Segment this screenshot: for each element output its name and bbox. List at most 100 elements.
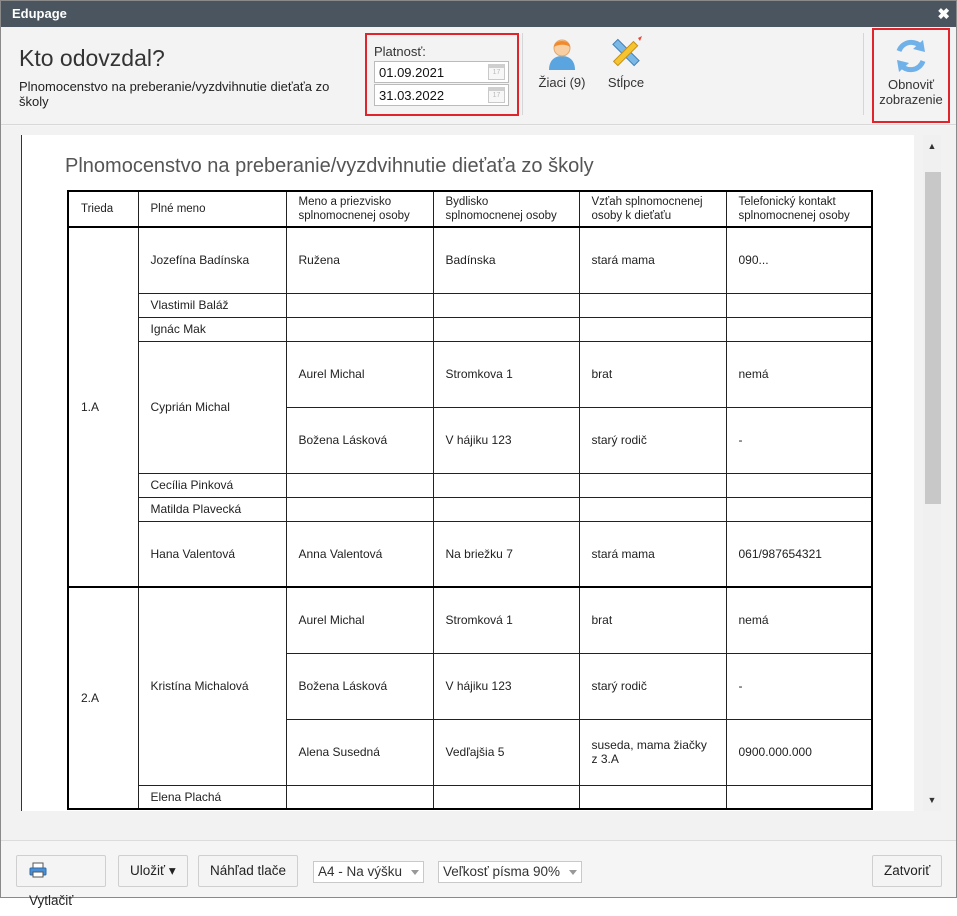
date-to-field[interactable]: 31.03.2022 17 (374, 84, 509, 106)
phone-cell: 061/987654321 (725, 520, 873, 588)
toolbar-separator (522, 33, 523, 115)
save-button[interactable]: Uložiť ▾ (118, 855, 188, 887)
close-button[interactable]: Zatvoriť (872, 855, 943, 887)
calendar-icon[interactable]: 17 (488, 87, 505, 103)
address-cell: Stromková 1 (432, 586, 580, 654)
scroll-down-icon[interactable]: ▼ (923, 791, 941, 809)
table-header-row: Trieda Plné meno Meno a priezvisko splnomo… (67, 190, 873, 228)
relation-cell: stará mama (578, 520, 727, 588)
table-body: Trieda Plné meno Meno a priezvisko splnomo… (67, 190, 873, 810)
address-cell (432, 496, 580, 522)
address-cell (432, 316, 580, 342)
authorized-person-cell: Alena Susedná (285, 718, 434, 786)
relation-cell (578, 292, 727, 318)
student-name-cell: Cyprián Michal (137, 340, 287, 474)
page-subtitle: Plnomocenstvo na preberanie/vyzdvihnutie… (19, 79, 330, 109)
table-row: Ignác Mak (68, 316, 873, 342)
student-name-cell: Cecília Pinková (137, 472, 287, 498)
table-row: 2.A Kristína Michalová Aurel Michal Stromko… (67, 586, 873, 810)
address-cell: Na briežku 7 (432, 520, 580, 588)
student-name-cell: Vlastimil Baláž (137, 292, 287, 318)
class-cell: 2.A (67, 586, 139, 810)
relation-cell: starý rodič (578, 406, 727, 474)
authorized-person-cell: Anna Valentová (285, 520, 434, 588)
phone-cell (725, 472, 873, 498)
refresh-label: Obnoviť zobrazenie (879, 77, 943, 107)
phone-cell (725, 496, 873, 522)
address-cell: Vedľajšia 5 (432, 718, 580, 786)
print-preview-button[interactable]: Náhľad tlače (198, 855, 298, 887)
address-cell (432, 292, 580, 318)
chevron-down-icon (569, 870, 577, 875)
font-size-select[interactable]: Veľkosť písma 90% (438, 861, 582, 883)
print-button[interactable]: Vytlačiť (16, 855, 106, 908)
column-header: Vzťah splnomocnenej osoby k dieťaťu (578, 190, 727, 228)
phone-cell: 090... (725, 226, 873, 294)
phone-cell: 0900.000.000 (725, 718, 873, 786)
address-cell: Badínska (432, 226, 580, 294)
vertical-scrollbar[interactable]: ▲ ▼ (923, 135, 941, 811)
pencil-ruler-icon (612, 36, 642, 67)
date-from-field[interactable]: 01.09.2021 17 (374, 61, 509, 83)
relation-cell: suseda, mama žiačky z 3.A (578, 718, 727, 786)
table-row: 1.A Jozefína Badínska Ružena Badínska stará … (67, 226, 873, 588)
report-page: Plnomocenstvo na preberanie/vyzdvihnutie… (21, 135, 914, 811)
column-header: Plné meno (137, 190, 287, 228)
relation-cell (578, 496, 727, 522)
authorized-person-cell (285, 316, 434, 342)
address-cell: V hájiku 123 (432, 652, 580, 720)
address-cell: V hájiku 123 (432, 406, 580, 474)
report-viewport: Plnomocenstvo na preberanie/vyzdvihnutie… (1, 126, 956, 840)
student-name-cell: Jozefína Badínska (137, 226, 287, 294)
refresh-icon (896, 39, 926, 73)
address-cell (432, 784, 580, 810)
phone-cell: - (725, 652, 873, 720)
relation-cell (578, 316, 727, 342)
column-header: Telefonický kontakt splnomocnenej osoby (725, 190, 873, 228)
student-name-cell: Kristína Michalová (137, 586, 287, 786)
authorized-person-cell: Aurel Michal (285, 586, 434, 654)
relation-cell: starý rodič (578, 652, 727, 720)
phone-cell: nemá (725, 586, 873, 654)
validity-panel: Platnosť: 01.09.2021 17 31.03.2022 17 (365, 33, 519, 116)
title-bar: Edupage ✖ (1, 1, 956, 27)
table-row: Cyprián Michal Aurel Michal Stromkova 1 bra… (68, 340, 873, 474)
scroll-thumb[interactable] (925, 172, 941, 504)
phone-cell: nemá (725, 340, 873, 408)
calendar-icon[interactable]: 17 (488, 64, 505, 80)
column-header: Bydlisko splnomocnenej osoby (432, 190, 580, 228)
table-row: Cecília Pinková (68, 472, 873, 498)
students-button[interactable]: Žiaci (9) (534, 35, 590, 90)
table-row: Elena Plachá (68, 784, 873, 810)
refresh-button[interactable]: Obnoviť zobrazenie (872, 28, 950, 123)
columns-label: Stĺpce (607, 75, 645, 90)
paper-orientation-select[interactable]: A4 - Na výšku (313, 861, 424, 883)
phone-cell (725, 292, 873, 318)
column-header: Trieda (67, 190, 139, 228)
authorized-person-cell: Božena Lásková (285, 652, 434, 720)
phone-cell (725, 784, 873, 810)
students-label: Žiaci (9) (538, 75, 586, 90)
student-name-cell: Matilda Plavecká (137, 496, 287, 522)
dialog-window: Edupage ✖ Kto odovzdal? Plnomocenstvo na… (0, 0, 957, 908)
chevron-down-icon (411, 870, 419, 875)
report-title: Plnomocenstvo na preberanie/vyzdvihnutie… (65, 155, 594, 177)
column-header: Meno a priezvisko splnomocnenej osoby (285, 190, 434, 228)
authorization-table: Trieda Plné meno Meno a priezvisko splnomo… (67, 190, 873, 810)
authorized-person-cell (285, 496, 434, 522)
scroll-up-icon[interactable]: ▲ (923, 137, 941, 155)
footer-bar: Vytlačiť Uložiť ▾ Náhľad tlače A4 - Na v… (1, 840, 956, 908)
page-title: Kto odovzdal? (19, 45, 165, 71)
authorized-person-cell (285, 784, 434, 810)
table-row: Vlastimil Baláž (68, 292, 873, 318)
relation-cell (578, 784, 727, 810)
close-icon[interactable]: ✖ (937, 5, 950, 23)
table-row: Hana Valentová Anna Valentová Na briežku 7… (68, 520, 873, 588)
authorized-person-cell: Aurel Michal (285, 340, 434, 408)
authorized-person-cell (285, 292, 434, 318)
authorized-person-cell: Ružena (285, 226, 434, 294)
columns-button[interactable]: Stĺpce (604, 35, 648, 90)
printer-icon (29, 862, 47, 878)
student-name-cell: Ignác Mak (137, 316, 287, 342)
table-row: Matilda Plavecká (68, 496, 873, 522)
